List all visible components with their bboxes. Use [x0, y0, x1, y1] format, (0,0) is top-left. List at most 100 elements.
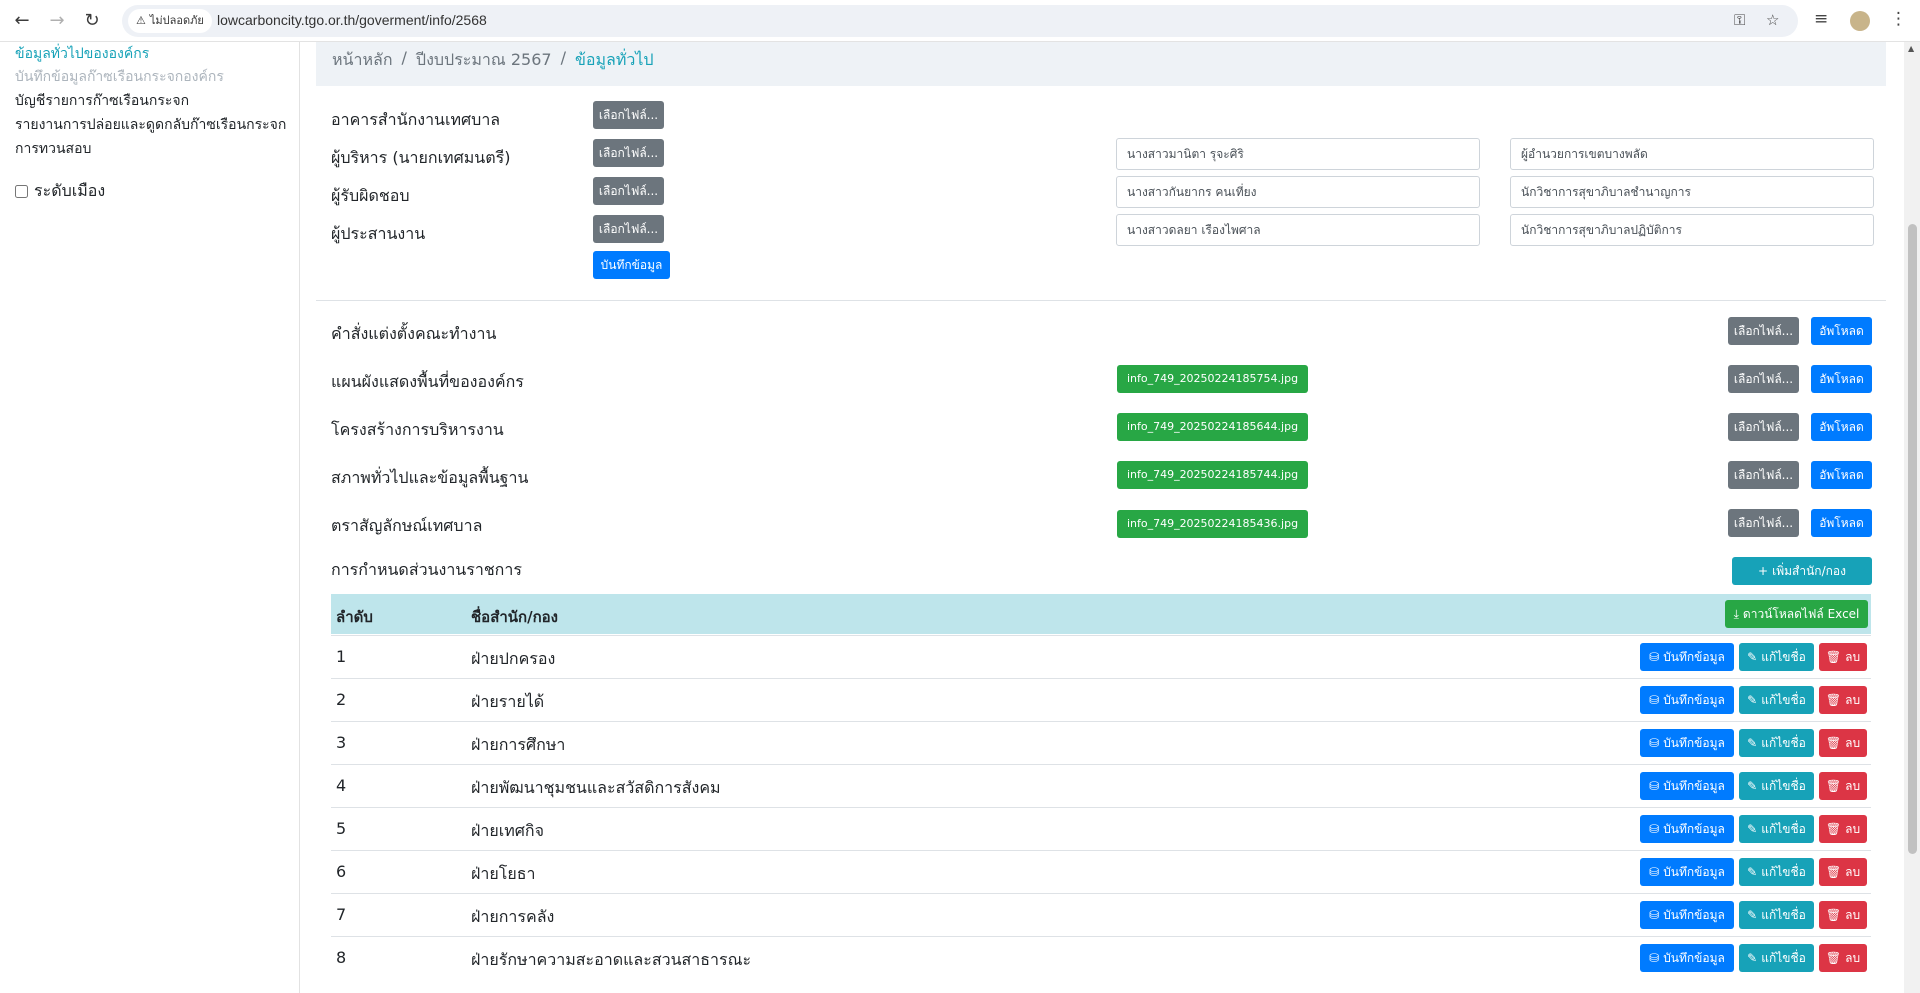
row-save-button[interactable]: ⛁ บันทึกข้อมูล — [1640, 643, 1734, 671]
upload-button[interactable]: อัพโหลด — [1811, 365, 1872, 393]
row-delete-button[interactable]: 🗑 ลบ — [1819, 815, 1867, 843]
row-edit-label: แก้ไขชื่อ — [1761, 822, 1806, 836]
sidebar-item-verification[interactable]: การทวนสอบ — [15, 138, 91, 160]
choose-file-button[interactable]: เลือกไฟล์... — [593, 139, 664, 167]
coordinator-position-field[interactable]: นักวิชาการสุขาภิบาลปฏิบัติการ — [1510, 214, 1874, 246]
edit-icon: ✎ — [1747, 951, 1758, 965]
choose-file-button[interactable]: เลือกไฟล์... — [1728, 461, 1799, 489]
row-delete-button[interactable]: 🗑 ลบ — [1819, 729, 1867, 757]
row-edit-button[interactable]: ✎ แก้ไขชื่อ — [1739, 858, 1814, 886]
menu-dots-icon[interactable]: ⋮ — [1890, 9, 1907, 29]
file-link[interactable]: info_749_20250224185744.jpg — [1117, 461, 1308, 489]
row-delete-button[interactable]: 🗑 ลบ — [1819, 858, 1867, 886]
upload-button[interactable]: อัพโหลด — [1811, 317, 1872, 345]
edit-icon: ✎ — [1747, 822, 1758, 836]
edit-icon: ✎ — [1747, 865, 1758, 879]
database-icon: ⛁ — [1649, 650, 1660, 664]
row-delete-button[interactable]: 🗑 ลบ — [1819, 901, 1867, 929]
responsible-name-field[interactable]: นางสาวกันยากร คนเที่ยง — [1116, 176, 1480, 208]
avatar[interactable] — [1850, 11, 1870, 31]
row-edit-button[interactable]: ✎ แก้ไขชื่อ — [1739, 815, 1814, 843]
security-chip[interactable]: ⚠ ไม่ปลอดภัย — [128, 9, 212, 33]
upload-button[interactable]: อัพโหลด — [1811, 413, 1872, 441]
sidebar-item-ghg-inventory[interactable]: บัญชีรายการก๊าซเรือนกระจก — [15, 90, 189, 112]
scroll-up-icon[interactable]: ▲ — [1908, 44, 1914, 53]
row-save-button[interactable]: ⛁ บันทึกข้อมูล — [1640, 686, 1734, 714]
row-save-button[interactable]: ⛁ บันทึกข้อมูล — [1640, 815, 1734, 843]
row-delete-button[interactable]: 🗑 ลบ — [1819, 772, 1867, 800]
doc-label-general-condition: สภาพทั่วไปและข้อมูลพื้นฐาน — [331, 468, 529, 487]
row-edit-button[interactable]: ✎ แก้ไขชื่อ — [1739, 944, 1814, 972]
breadcrumb-home[interactable]: หน้าหลัก — [332, 48, 393, 80]
row-save-label: บันทึกข้อมูล — [1663, 822, 1725, 836]
row-edit-button[interactable]: ✎ แก้ไขชื่อ — [1739, 729, 1814, 757]
url-text[interactable]: lowcarboncity.tgo.or.th/goverment/info/2… — [217, 12, 487, 28]
main-content: หน้าหลัก / ปีงบประมาณ 2567 / ข้อมูลทั่วไ… — [300, 42, 1904, 993]
table-row: 6 ฝ่ายโยธา ⛁ บันทึกข้อมูล ✎ แก้ไขชื่อ 🗑 … — [331, 850, 1871, 893]
row-delete-button[interactable]: 🗑 ลบ — [1819, 944, 1867, 972]
reload-icon[interactable]: ↻ — [80, 9, 104, 33]
choose-file-button[interactable]: เลือกไฟล์... — [593, 101, 664, 129]
table-row: 2 ฝ่ายรายได้ ⛁ บันทึกข้อมูล ✎ แก้ไขชื่อ … — [331, 678, 1871, 721]
row-save-button[interactable]: ⛁ บันทึกข้อมูล — [1640, 944, 1734, 972]
reading-list-icon[interactable]: ≡ — [1814, 9, 1828, 29]
choose-file-button[interactable]: เลือกไฟล์... — [1728, 509, 1799, 537]
row-edit-button[interactable]: ✎ แก้ไขชื่อ — [1739, 686, 1814, 714]
breadcrumb-year[interactable]: ปีงบประมาณ 2567 — [416, 48, 552, 80]
choose-file-button[interactable]: เลือกไฟล์... — [1728, 317, 1799, 345]
key-icon[interactable]: ⚿ — [1734, 11, 1745, 29]
department-name: ฝ่ายรายได้ — [471, 692, 545, 711]
row-save-button[interactable]: ⛁ บันทึกข้อมูล — [1640, 858, 1734, 886]
forward-arrow-icon[interactable]: → — [45, 9, 69, 33]
star-icon[interactable]: ☆ — [1766, 11, 1779, 29]
row-delete-button[interactable]: 🗑 ลบ — [1819, 686, 1867, 714]
row-edit-label: แก้ไขชื่อ — [1761, 908, 1806, 922]
city-level-toggle[interactable]: ระดับเมือง — [15, 179, 105, 204]
download-icon: ⤓ — [1733, 607, 1739, 621]
table-row: 5 ฝ่ายเทศกิจ ⛁ บันทึกข้อมูล ✎ แก้ไขชื่อ … — [331, 807, 1871, 850]
choose-file-button[interactable]: เลือกไฟล์... — [1728, 365, 1799, 393]
address-bar[interactable]: ⚠ ไม่ปลอดภัย lowcarboncity.tgo.or.th/gov… — [122, 5, 1798, 37]
table-row: 4 ฝ่ายพัฒนาชุมชนและสวัสดิการสังคม ⛁ บันท… — [331, 764, 1871, 807]
department-name: ฝ่ายการศึกษา — [471, 735, 566, 754]
choose-file-button[interactable]: เลือกไฟล์... — [1728, 413, 1799, 441]
edit-icon: ✎ — [1747, 908, 1758, 922]
save-button[interactable]: บันทึกข้อมูล — [593, 251, 670, 279]
coordinator-name-field[interactable]: นางสาวดลยา เรืองไพศาล — [1116, 214, 1480, 246]
city-level-checkbox[interactable] — [15, 185, 28, 198]
sidebar-item-emission-report[interactable]: รายงานการปล่อยและดูดกลับก๊าซเรือนกระจก — [15, 114, 286, 136]
executive-position-field[interactable]: ผู้อำนวยการเขตบางพลัด — [1510, 138, 1874, 170]
row-save-label: บันทึกข้อมูล — [1663, 650, 1725, 664]
sidebar-item-ghg-record[interactable]: บันทึกข้อมูลก๊าซเรือนกระจกองค์กร — [15, 66, 224, 88]
page-scrollbar[interactable]: ▲ — [1904, 42, 1920, 993]
upload-button[interactable]: อัพโหลด — [1811, 509, 1872, 537]
file-link[interactable]: info_749_20250224185644.jpg — [1117, 413, 1308, 441]
edit-icon: ✎ — [1747, 693, 1758, 707]
file-link[interactable]: info_749_20250224185754.jpg — [1117, 365, 1308, 393]
office-building-label: อาคารสำนักงานเทศบาล — [331, 110, 501, 129]
executive-name-field[interactable]: นางสาวมานิตา รุจะศิริ — [1116, 138, 1480, 170]
row-save-label: บันทึกข้อมูล — [1663, 779, 1725, 793]
trash-icon: 🗑 — [1825, 908, 1842, 922]
download-excel-button[interactable]: ⤓ ดาวน์โหลดไฟล์ Excel — [1725, 600, 1868, 628]
row-edit-button[interactable]: ✎ แก้ไขชื่อ — [1739, 772, 1814, 800]
row-edit-label: แก้ไขชื่อ — [1761, 865, 1806, 879]
upload-button[interactable]: อัพโหลด — [1811, 461, 1872, 489]
row-save-button[interactable]: ⛁ บันทึกข้อมูล — [1640, 729, 1734, 757]
sidebar-item-general-info[interactable]: ข้อมูลทั่วไปขององค์กร — [15, 43, 149, 65]
row-delete-label: ลบ — [1845, 693, 1861, 707]
row-edit-button[interactable]: ✎ แก้ไขชื่อ — [1739, 643, 1814, 671]
column-header-name: ชื่อสำนัก/กอง — [471, 608, 558, 626]
file-link[interactable]: info_749_20250224185436.jpg — [1117, 510, 1308, 538]
back-arrow-icon[interactable]: ← — [10, 9, 34, 33]
choose-file-button[interactable]: เลือกไฟล์... — [593, 177, 664, 205]
row-delete-button[interactable]: 🗑 ลบ — [1819, 643, 1867, 671]
responsible-position-field[interactable]: นักวิชาการสุขาภิบาลชำนาญการ — [1510, 176, 1874, 208]
choose-file-button[interactable]: เลือกไฟล์... — [593, 215, 664, 243]
doc-label-committee: คำสั่งแต่งตั้งคณะทำงาน — [331, 324, 497, 343]
row-save-button[interactable]: ⛁ บันทึกข้อมูล — [1640, 772, 1734, 800]
add-department-button[interactable]: + เพิ่มสำนัก/กอง — [1732, 557, 1872, 585]
row-save-button[interactable]: ⛁ บันทึกข้อมูล — [1640, 901, 1734, 929]
scroll-thumb[interactable] — [1908, 224, 1917, 854]
row-edit-button[interactable]: ✎ แก้ไขชื่อ — [1739, 901, 1814, 929]
